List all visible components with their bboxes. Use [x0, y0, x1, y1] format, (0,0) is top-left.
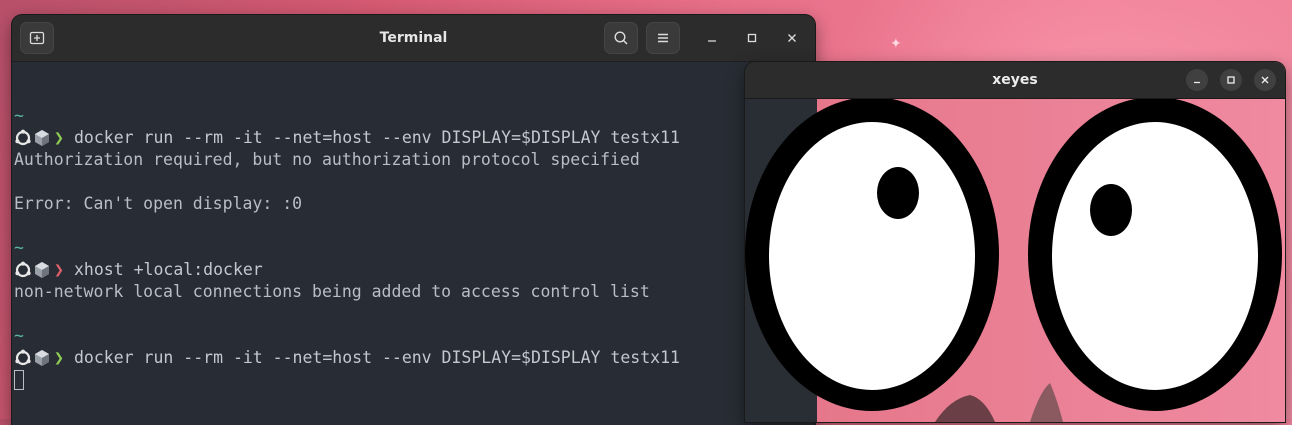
container-cube-icon [35, 350, 49, 366]
xeyes-minimize-button[interactable] [1186, 69, 1208, 91]
cwd-tilde: ~ [14, 238, 24, 257]
menu-button[interactable] [646, 22, 680, 54]
close-button[interactable] [782, 28, 802, 48]
terminal-window[interactable]: Terminal ~ ❯ docker run --rm -it --net=h… [12, 15, 815, 425]
prompt-arrow-success: ❯ [54, 348, 64, 367]
right-eye-white [1052, 122, 1258, 390]
search-icon [614, 31, 628, 45]
cwd-tilde: ~ [14, 106, 24, 125]
minimize-icon [708, 40, 716, 42]
container-cube-icon [35, 262, 49, 278]
terminal-header-bar[interactable]: Terminal [12, 15, 815, 62]
input-line[interactable] [14, 369, 815, 391]
ubuntu-logo-icon [15, 349, 31, 366]
prompt-directory: ~ [14, 325, 815, 347]
left-pupil [877, 167, 919, 219]
prompt-icons [14, 259, 54, 281]
command-text: docker run --rm -it --net=host --env DIS… [74, 128, 680, 147]
minimize-icon [1194, 81, 1200, 84]
prompt-arrow-error: ❯ [54, 260, 64, 279]
command-output-line: Authorization required, but no authoriza… [14, 149, 815, 171]
new-tab-button[interactable] [20, 22, 54, 54]
prompt-line: ❯ xhost +local:docker [14, 259, 815, 281]
wallpaper-figure [935, 395, 995, 422]
command-text: docker run --rm -it --net=host --env DIS… [74, 348, 680, 367]
window-title: Terminal [379, 30, 448, 46]
cwd-tilde: ~ [14, 326, 24, 345]
hamburger-menu-icon [658, 33, 668, 43]
minimize-button[interactable] [702, 28, 722, 48]
output-text: Error: Can't open display: :0 [14, 194, 303, 213]
xeyes-close-button[interactable] [1254, 69, 1276, 91]
wallpaper-sparkle: ✦ [890, 36, 902, 52]
maximize-icon [1227, 76, 1235, 84]
wallpaper-figure-2 [1030, 383, 1063, 422]
prompt-line: ❯ docker run --rm -it --net=host --env DI… [14, 347, 815, 369]
prompt-line: ❯ docker run --rm -it --net=host --env DI… [14, 127, 815, 149]
prompt-arrow-success: ❯ [54, 128, 64, 147]
prompt-icons [14, 347, 54, 369]
ubuntu-logo-icon [15, 261, 31, 278]
xeyes-maximize-button[interactable] [1220, 69, 1242, 91]
output-text: non-network local connections being adde… [14, 282, 650, 301]
prompt-icons [14, 127, 54, 149]
prompt-directory: ~ [14, 105, 815, 127]
xeyes-canvas [745, 99, 1285, 422]
right-pupil [1090, 184, 1132, 236]
command-text: xhost +local:docker [74, 260, 263, 279]
terminal-output[interactable]: ~ ❯ docker run --rm -it --net=host --env D… [12, 62, 815, 391]
new-tab-icon [29, 31, 45, 45]
close-icon [1261, 76, 1269, 84]
search-button[interactable] [604, 22, 638, 54]
xeyes-window[interactable]: xeyes [745, 62, 1285, 422]
left-eye-white [769, 122, 975, 390]
xeyes-header-bar[interactable]: xeyes [745, 62, 1285, 99]
output-text: Authorization required, but no authoriza… [14, 150, 640, 169]
close-icon [788, 34, 796, 42]
maximize-button[interactable] [742, 28, 762, 48]
container-cube-icon [35, 130, 49, 146]
text-cursor [14, 370, 24, 390]
ubuntu-logo-icon [15, 129, 31, 146]
command-output-line: non-network local connections being adde… [14, 281, 815, 303]
maximize-icon [747, 33, 757, 43]
xeyes-eyes [745, 99, 1282, 422]
command-output-line: Error: Can't open display: :0 [14, 193, 815, 215]
prompt-directory: ~ [14, 237, 815, 259]
